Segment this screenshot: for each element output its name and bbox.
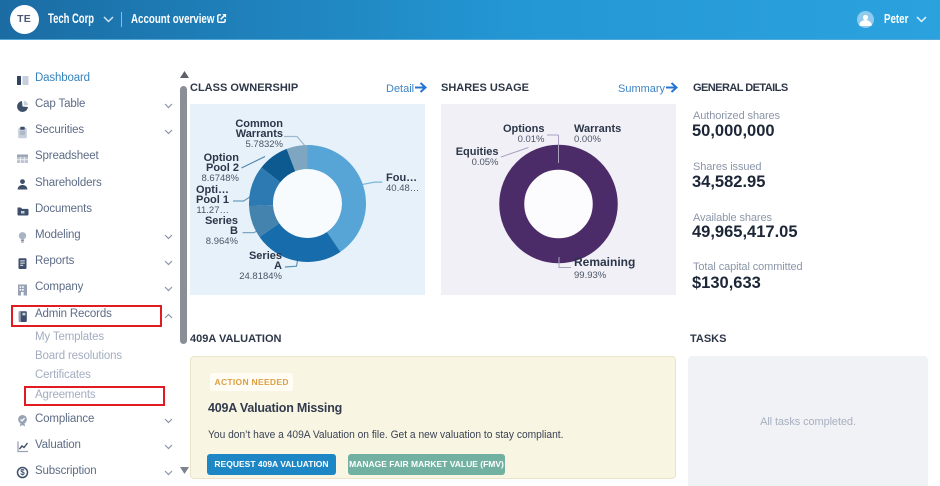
svg-text:$: $	[20, 468, 25, 477]
